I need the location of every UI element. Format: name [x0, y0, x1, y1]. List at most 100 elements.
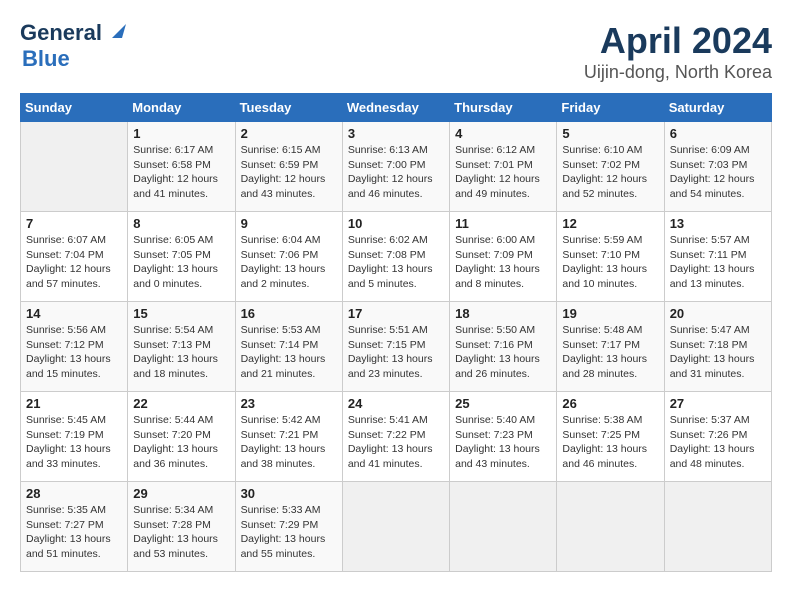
calendar-cell: 23 Sunrise: 5:42 AM Sunset: 7:21 PM Dayli… [235, 392, 342, 482]
calendar-cell: 27 Sunrise: 5:37 AM Sunset: 7:26 PM Dayli… [664, 392, 771, 482]
calendar-cell: 22 Sunrise: 5:44 AM Sunset: 7:20 PM Dayli… [128, 392, 235, 482]
day-detail: Sunrise: 5:50 AM Sunset: 7:16 PM Dayligh… [455, 323, 551, 382]
calendar-subtitle: Uijin-dong, North Korea [584, 62, 772, 83]
calendar-cell: 24Sunrise: 5:41 AM Sunset: 7:22 PM Dayli… [342, 392, 449, 482]
calendar-cell: 4 Sunrise: 6:12 AM Sunset: 7:01 PM Daylig… [450, 122, 557, 212]
day-number: 6 [670, 126, 766, 141]
calendar-cell [342, 482, 449, 572]
day-number: 16 [241, 306, 337, 321]
day-number: 5 [562, 126, 658, 141]
day-detail: Sunrise: 5:34 AM Sunset: 7:28 PM Dayligh… [133, 503, 229, 562]
day-number: 21 [26, 396, 122, 411]
calendar-cell: 17Sunrise: 5:51 AM Sunset: 7:15 PM Dayli… [342, 302, 449, 392]
day-detail: Sunrise: 5:44 AM Sunset: 7:20 PM Dayligh… [133, 413, 229, 472]
day-detail: Sunrise: 5:38 AM Sunset: 7:25 PM Dayligh… [562, 413, 658, 472]
day-number: 1 [133, 126, 229, 141]
day-detail: Sunrise: 5:48 AM Sunset: 7:17 PM Dayligh… [562, 323, 658, 382]
day-detail: Sunrise: 6:05 AM Sunset: 7:05 PM Dayligh… [133, 233, 229, 292]
logo-blue: Blue [22, 46, 70, 71]
day-detail: Sunrise: 5:42 AM Sunset: 7:21 PM Dayligh… [241, 413, 337, 472]
day-number: 7 [26, 216, 122, 231]
day-of-week-header: Sunday [21, 94, 128, 122]
calendar-week-row: 28Sunrise: 5:35 AM Sunset: 7:27 PM Dayli… [21, 482, 772, 572]
day-of-week-header: Thursday [450, 94, 557, 122]
calendar-cell: 13Sunrise: 5:57 AM Sunset: 7:11 PM Dayli… [664, 212, 771, 302]
calendar-week-row: 7Sunrise: 6:07 AM Sunset: 7:04 PM Daylig… [21, 212, 772, 302]
day-detail: Sunrise: 6:15 AM Sunset: 6:59 PM Dayligh… [241, 143, 337, 202]
day-detail: Sunrise: 6:10 AM Sunset: 7:02 PM Dayligh… [562, 143, 658, 202]
day-detail: Sunrise: 5:56 AM Sunset: 7:12 PM Dayligh… [26, 323, 122, 382]
title-area: April 2024 Uijin-dong, North Korea [584, 20, 772, 83]
day-detail: Sunrise: 6:00 AM Sunset: 7:09 PM Dayligh… [455, 233, 551, 292]
day-of-week-header: Tuesday [235, 94, 342, 122]
day-of-week-header: Wednesday [342, 94, 449, 122]
calendar-cell: 8 Sunrise: 6:05 AM Sunset: 7:05 PM Daylig… [128, 212, 235, 302]
day-number: 9 [241, 216, 337, 231]
header: General Blue April 2024 Uijin-dong, Nort… [20, 20, 772, 83]
calendar-cell: 10 Sunrise: 6:02 AM Sunset: 7:08 PM Dayli… [342, 212, 449, 302]
calendar-header: SundayMondayTuesdayWednesdayThursdayFrid… [21, 94, 772, 122]
day-number: 22 [133, 396, 229, 411]
calendar-cell: 18Sunrise: 5:50 AM Sunset: 7:16 PM Dayli… [450, 302, 557, 392]
day-of-week-header: Saturday [664, 94, 771, 122]
calendar-body: 1Sunrise: 6:17 AM Sunset: 6:58 PM Daylig… [21, 122, 772, 572]
day-detail: Sunrise: 5:33 AM Sunset: 7:29 PM Dayligh… [241, 503, 337, 562]
calendar-cell: 19 Sunrise: 5:48 AM Sunset: 7:17 PM Dayli… [557, 302, 664, 392]
day-number: 13 [670, 216, 766, 231]
calendar-cell: 15Sunrise: 5:54 AM Sunset: 7:13 PM Dayli… [128, 302, 235, 392]
calendar-cell: 29 Sunrise: 5:34 AM Sunset: 7:28 PM Dayli… [128, 482, 235, 572]
day-detail: Sunrise: 5:47 AM Sunset: 7:18 PM Dayligh… [670, 323, 766, 382]
day-number: 3 [348, 126, 444, 141]
day-number: 23 [241, 396, 337, 411]
logo: General Blue [20, 20, 126, 72]
day-number: 11 [455, 216, 551, 231]
day-detail: Sunrise: 5:35 AM Sunset: 7:27 PM Dayligh… [26, 503, 122, 562]
day-number: 24 [348, 396, 444, 411]
logo-general: General [20, 20, 102, 46]
calendar-cell: 5 Sunrise: 6:10 AM Sunset: 7:02 PM Daylig… [557, 122, 664, 212]
day-number: 14 [26, 306, 122, 321]
calendar-cell: 12 Sunrise: 5:59 AM Sunset: 7:10 PM Dayli… [557, 212, 664, 302]
day-of-week-header: Friday [557, 94, 664, 122]
calendar-cell: 20Sunrise: 5:47 AM Sunset: 7:18 PM Dayli… [664, 302, 771, 392]
calendar-cell: 3 Sunrise: 6:13 AM Sunset: 7:00 PM Daylig… [342, 122, 449, 212]
day-number: 10 [348, 216, 444, 231]
day-detail: Sunrise: 5:53 AM Sunset: 7:14 PM Dayligh… [241, 323, 337, 382]
days-of-week-row: SundayMondayTuesdayWednesdayThursdayFrid… [21, 94, 772, 122]
calendar-week-row: 14 Sunrise: 5:56 AM Sunset: 7:12 PM Dayli… [21, 302, 772, 392]
calendar-cell: 25 Sunrise: 5:40 AM Sunset: 7:23 PM Dayli… [450, 392, 557, 482]
calendar-cell: 16 Sunrise: 5:53 AM Sunset: 7:14 PM Dayli… [235, 302, 342, 392]
day-number: 17 [348, 306, 444, 321]
calendar-cell: 2 Sunrise: 6:15 AM Sunset: 6:59 PM Daylig… [235, 122, 342, 212]
calendar-cell: 14 Sunrise: 5:56 AM Sunset: 7:12 PM Dayli… [21, 302, 128, 392]
day-number: 8 [133, 216, 229, 231]
calendar-cell [450, 482, 557, 572]
calendar-cell: 28Sunrise: 5:35 AM Sunset: 7:27 PM Dayli… [21, 482, 128, 572]
calendar-week-row: 21 Sunrise: 5:45 AM Sunset: 7:19 PM Dayli… [21, 392, 772, 482]
day-number: 4 [455, 126, 551, 141]
calendar-table: SundayMondayTuesdayWednesdayThursdayFrid… [20, 93, 772, 572]
calendar-cell: 9Sunrise: 6:04 AM Sunset: 7:06 PM Daylig… [235, 212, 342, 302]
day-number: 29 [133, 486, 229, 501]
day-detail: Sunrise: 5:40 AM Sunset: 7:23 PM Dayligh… [455, 413, 551, 472]
calendar-cell: 6 Sunrise: 6:09 AM Sunset: 7:03 PM Daylig… [664, 122, 771, 212]
calendar-cell [557, 482, 664, 572]
day-detail: Sunrise: 5:54 AM Sunset: 7:13 PM Dayligh… [133, 323, 229, 382]
logo-bird-icon [104, 20, 126, 42]
day-detail: Sunrise: 6:02 AM Sunset: 7:08 PM Dayligh… [348, 233, 444, 292]
day-number: 26 [562, 396, 658, 411]
day-number: 25 [455, 396, 551, 411]
day-number: 19 [562, 306, 658, 321]
day-detail: Sunrise: 5:45 AM Sunset: 7:19 PM Dayligh… [26, 413, 122, 472]
day-detail: Sunrise: 5:59 AM Sunset: 7:10 PM Dayligh… [562, 233, 658, 292]
day-number: 2 [241, 126, 337, 141]
day-detail: Sunrise: 6:13 AM Sunset: 7:00 PM Dayligh… [348, 143, 444, 202]
day-of-week-header: Monday [128, 94, 235, 122]
day-number: 12 [562, 216, 658, 231]
day-number: 27 [670, 396, 766, 411]
day-detail: Sunrise: 6:09 AM Sunset: 7:03 PM Dayligh… [670, 143, 766, 202]
calendar-cell: 21 Sunrise: 5:45 AM Sunset: 7:19 PM Dayli… [21, 392, 128, 482]
day-detail: Sunrise: 5:37 AM Sunset: 7:26 PM Dayligh… [670, 413, 766, 472]
calendar-cell: 11 Sunrise: 6:00 AM Sunset: 7:09 PM Dayli… [450, 212, 557, 302]
day-detail: Sunrise: 6:12 AM Sunset: 7:01 PM Dayligh… [455, 143, 551, 202]
